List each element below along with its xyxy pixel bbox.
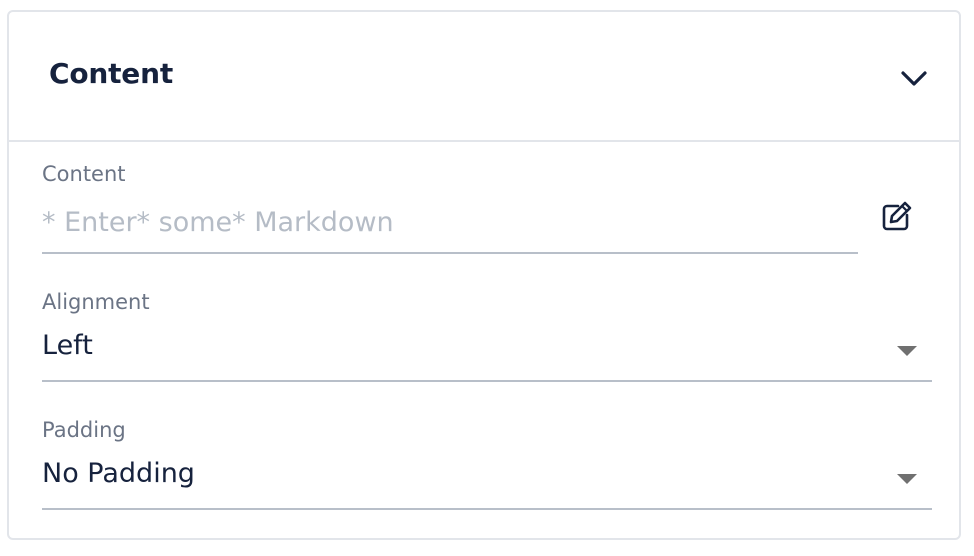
content-field-label: Content (42, 162, 126, 186)
edit-markdown-button[interactable] (879, 198, 915, 234)
padding-selected-value: No Padding (42, 458, 195, 489)
markdown-input[interactable] (42, 200, 854, 244)
padding-field-label: Padding (42, 418, 126, 442)
alignment-select-underline (42, 380, 932, 382)
padding-select[interactable]: No Padding (42, 454, 932, 506)
alignment-selected-value: Left (42, 330, 93, 361)
edit-icon (882, 201, 912, 231)
content-settings-panel: Content Content Alignment Left Padding N… (7, 10, 961, 540)
collapse-toggle-button[interactable] (897, 62, 931, 96)
padding-select-underline (42, 508, 932, 510)
panel-title: Content (49, 57, 174, 90)
caret-down-icon (897, 474, 917, 484)
chevron-down-icon (901, 71, 927, 86)
caret-down-icon (897, 346, 917, 356)
panel-header[interactable]: Content (9, 12, 959, 142)
alignment-field-label: Alignment (42, 290, 150, 314)
alignment-select[interactable]: Left (42, 326, 932, 378)
markdown-input-underline (42, 252, 858, 254)
